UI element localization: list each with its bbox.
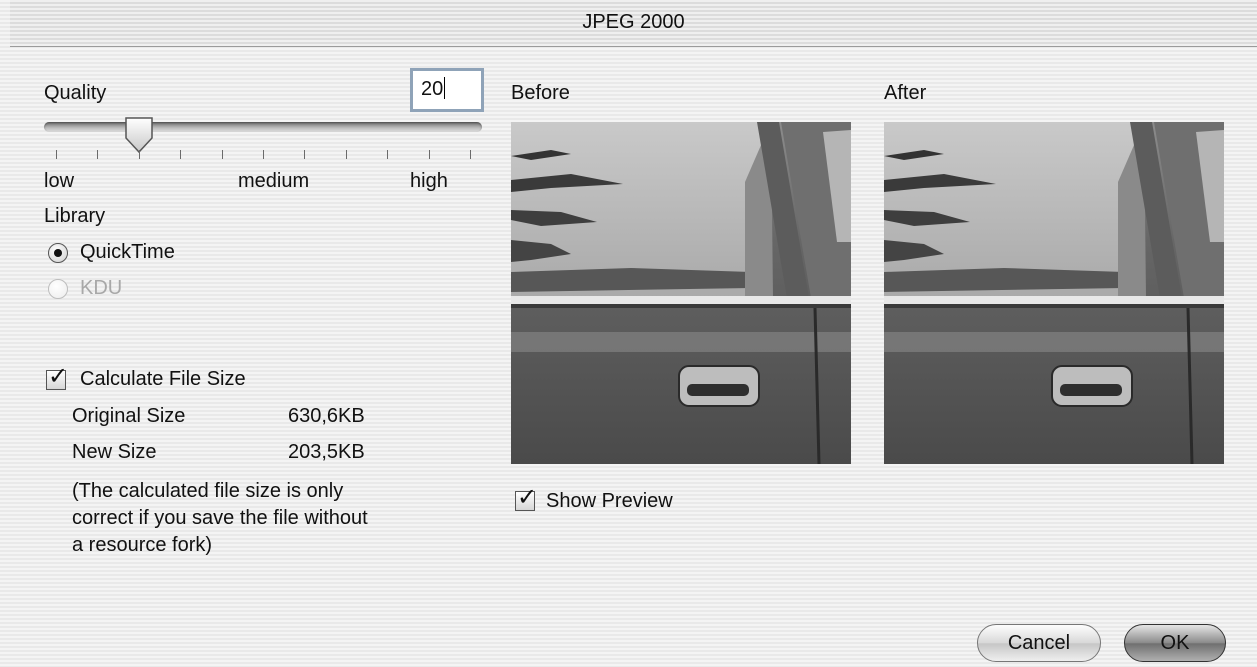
original-size-value: 630,6KB	[288, 405, 365, 427]
car-photo	[511, 122, 851, 464]
original-size-label: Original Size	[72, 405, 186, 427]
slider-tick	[346, 150, 347, 159]
new-size-value: 203,5KB	[288, 441, 365, 463]
calculate-file-size-label[interactable]: Calculate File Size	[80, 368, 246, 391]
new-size-label: New Size	[72, 441, 157, 463]
slider-tick	[139, 150, 140, 159]
before-preview-image	[511, 122, 851, 464]
after-label: After	[884, 82, 927, 104]
radio-kdu	[48, 279, 68, 299]
quality-input-value: 20	[421, 78, 444, 100]
slider-medium-label: medium	[238, 170, 310, 192]
slider-high-label: high	[410, 170, 448, 192]
file-size-note-line: (The calculated file size is only	[72, 480, 344, 502]
slider-tick	[470, 150, 471, 159]
file-size-note-line: correct if you save the file without	[72, 507, 368, 529]
checkmark-icon: ✓	[48, 363, 69, 390]
slider-tick	[387, 150, 388, 159]
slider-tick	[180, 150, 181, 159]
slider-tick	[97, 150, 98, 159]
checkmark-icon: ✓	[517, 484, 538, 511]
quality-input[interactable]: 20	[410, 68, 484, 112]
slider-tick	[263, 150, 264, 159]
show-preview-checkbox[interactable]: ✓	[515, 486, 537, 511]
show-preview-label[interactable]: Show Preview	[546, 490, 673, 513]
cancel-button[interactable]: Cancel	[977, 624, 1101, 662]
slider-tick	[222, 150, 223, 159]
quality-slider[interactable]	[44, 122, 482, 132]
calculate-file-size-checkbox[interactable]: ✓	[46, 365, 68, 390]
text-cursor	[444, 77, 446, 99]
radio-quicktime-label[interactable]: QuickTime	[80, 241, 175, 264]
radio-selected-icon	[54, 249, 62, 257]
file-size-note-line: a resource fork)	[72, 534, 213, 556]
radio-kdu-label: KDU	[80, 277, 123, 299]
slider-tick	[304, 150, 305, 159]
slider-tick	[56, 150, 57, 159]
library-label: Library	[44, 205, 106, 227]
slider-tick	[429, 150, 430, 159]
before-label: Before	[511, 82, 570, 104]
radio-quicktime[interactable]	[48, 243, 68, 263]
window-titlebar: JPEG 2000	[10, 0, 1257, 47]
window-title: JPEG 2000	[582, 11, 685, 33]
after-preview-image	[884, 122, 1224, 464]
ok-button[interactable]: OK	[1124, 624, 1226, 662]
quality-label: Quality	[44, 82, 107, 104]
car-photo	[884, 122, 1224, 464]
slider-low-label: low	[44, 170, 75, 192]
file-size-note: (The calculated file size is only correc…	[72, 478, 368, 559]
